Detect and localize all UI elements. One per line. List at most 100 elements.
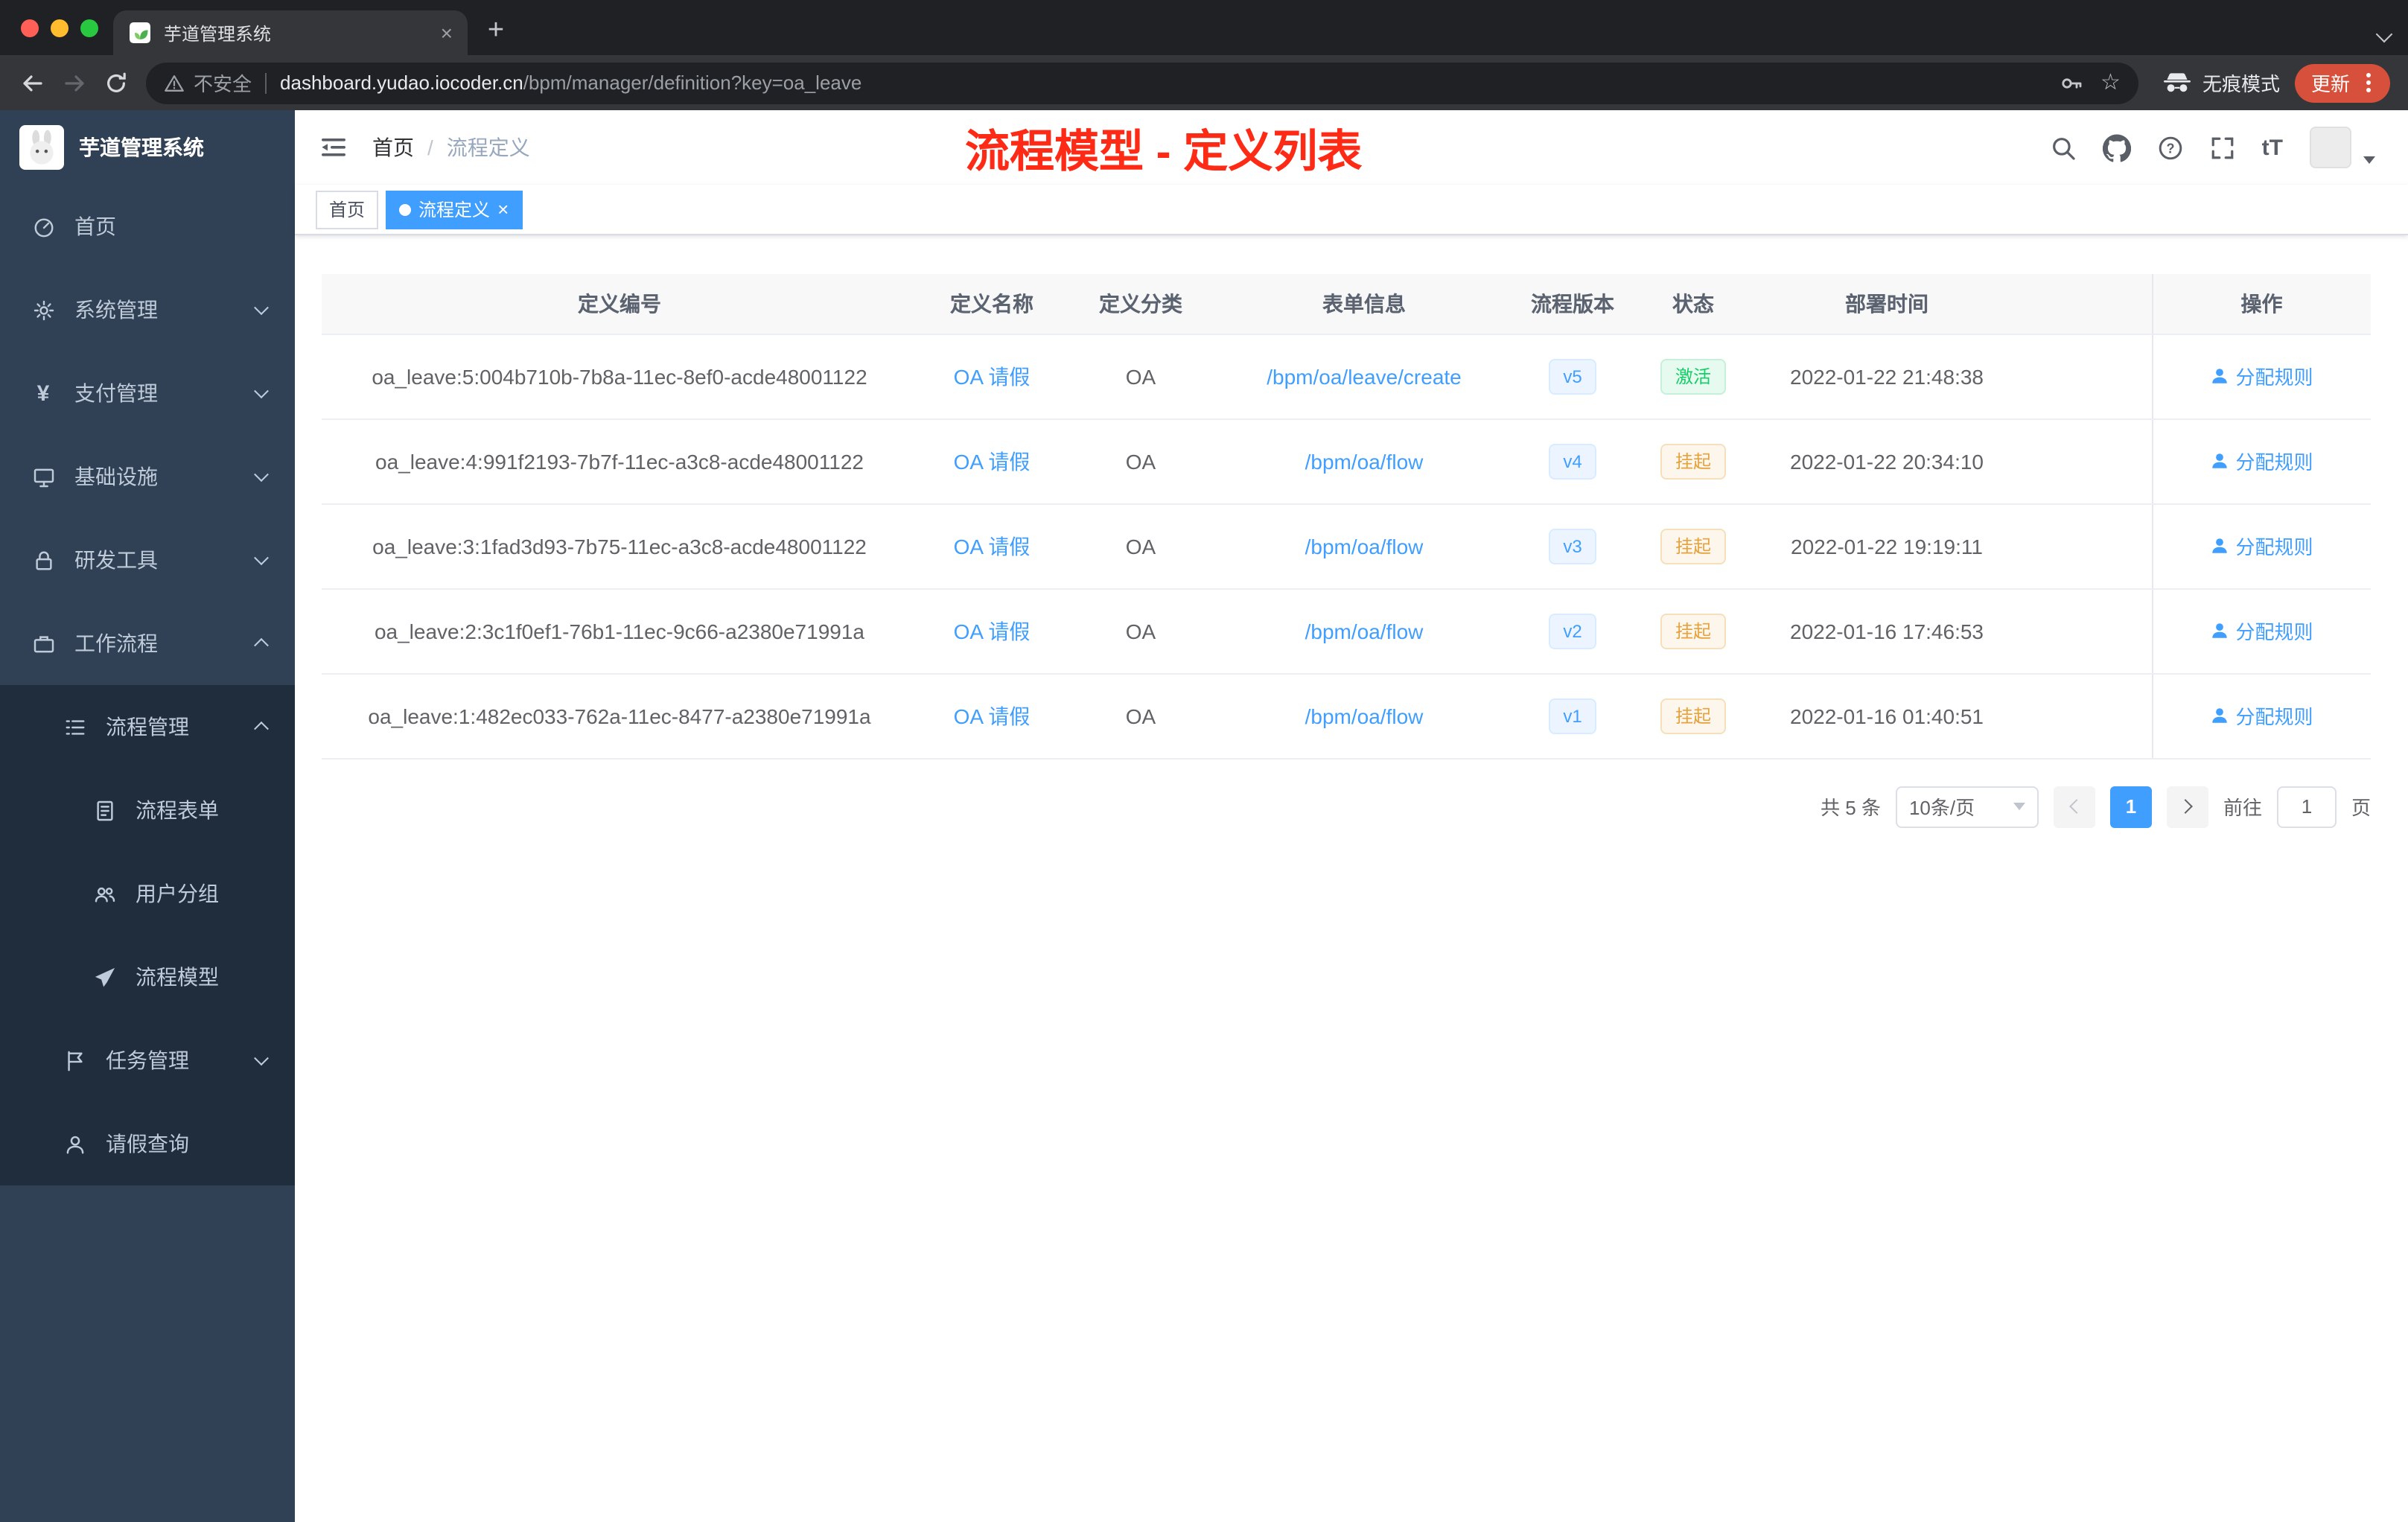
table-row: oa_leave:3:1fad3d93-7b75-11ec-a3c8-acde4… (322, 503, 2371, 589)
sidebar-item-process-management[interactable]: 流程管理 (0, 685, 295, 768)
next-page-button[interactable] (2166, 786, 2208, 827)
forward-button[interactable] (54, 62, 95, 104)
sidebar-logo[interactable]: 芋道管理系统 (0, 110, 295, 185)
sidebar-item-label: 研发工具 (74, 548, 158, 572)
col-deploy-time: 部署时间 (1754, 274, 2019, 334)
star-icon[interactable]: ☆ (2100, 71, 2121, 94)
sidebar-item-leave-query[interactable]: 请假查询 (0, 1102, 295, 1185)
maximize-window-button[interactable] (80, 19, 98, 37)
reload-button[interactable] (95, 62, 137, 104)
sidebar-item-home[interactable]: 首页 (0, 185, 295, 268)
tab-title: 芋道管理系统 (164, 23, 272, 44)
sidebar-collapse-button[interactable] (319, 133, 348, 162)
search-button[interactable] (2051, 135, 2076, 160)
sidebar-item-devtools[interactable]: 研发工具 (0, 518, 295, 602)
form-link[interactable]: /bpm/oa/flow (1305, 449, 1424, 473)
definition-name-link[interactable]: OA 请假 (954, 449, 1031, 473)
page-number-button[interactable]: 1 (2109, 786, 2152, 827)
form-link[interactable]: /bpm/oa/flow (1305, 704, 1424, 727)
assign-rule-link[interactable]: 分配规则 (2210, 532, 2313, 560)
definition-name-link[interactable]: OA 请假 (954, 619, 1031, 643)
sidebar-item-label: 流程表单 (136, 798, 219, 822)
fullscreen-icon (2211, 136, 2233, 159)
user-group-icon (92, 882, 116, 905)
github-icon (2102, 133, 2131, 162)
close-icon[interactable]: × (497, 200, 509, 219)
chevron-down-icon (254, 467, 269, 483)
yen-icon: ¥ (36, 380, 50, 406)
user-avatar[interactable] (2310, 127, 2351, 168)
minimize-window-button[interactable] (51, 19, 69, 37)
security-chip[interactable]: 不安全 (164, 69, 252, 97)
address-bar[interactable]: 不安全 dashboard.yudao.iocoder.cn /bpm/mana… (146, 62, 2138, 104)
tag-home[interactable]: 首页 (316, 190, 379, 229)
update-chrome-button[interactable]: 更新 (2294, 63, 2390, 102)
version-tag: v2 (1548, 613, 1597, 649)
definition-category: OA (1066, 418, 1215, 504)
caret-down-icon[interactable] (2363, 156, 2375, 163)
url-path: /bpm/manager/definition?key=oa_leave (523, 71, 862, 94)
sidebar-item-process-form[interactable]: 流程表单 (0, 768, 295, 852)
user-icon (2212, 369, 2228, 383)
more-menu-icon[interactable] (2366, 80, 2371, 85)
incognito-label: 无痕模式 (2202, 73, 2280, 95)
version-tag: v4 (1548, 443, 1597, 479)
assign-rule-link[interactable]: 分配规则 (2210, 617, 2313, 645)
sidebar-item-task-management[interactable]: 任务管理 (0, 1019, 295, 1102)
sidebar-item-system[interactable]: 系统管理 (0, 268, 295, 351)
sidebar-item-label: 流程管理 (106, 715, 189, 739)
assign-rule-link[interactable]: 分配规则 (2210, 447, 2313, 475)
svg-text:?: ? (2166, 140, 2174, 155)
form-link[interactable]: /bpm/oa/leave/create (1267, 364, 1462, 388)
sidebar-item-user-group[interactable]: 用户分组 (0, 852, 295, 935)
chevron-down-icon (254, 300, 269, 316)
screen: 芋道管理系统 × + 不安全 dashboard.yudao.iocoder.c… (0, 0, 2408, 1522)
monitor-icon (31, 465, 55, 488)
new-tab-button[interactable]: + (477, 10, 515, 52)
sidebar-item-process-model[interactable]: 流程模型 (0, 935, 295, 1019)
definition-category: OA (1066, 673, 1215, 759)
definition-category: OA (1066, 334, 1215, 419)
definition-name-link[interactable]: OA 请假 (954, 364, 1031, 388)
font-size-icon[interactable]: tT (2262, 135, 2283, 160)
help-button[interactable]: ? (2158, 135, 2183, 160)
favicon (128, 21, 152, 45)
breadcrumb-home[interactable]: 首页 (372, 133, 414, 162)
app-header: 首页 / 流程定义 流程模型 - 定义列表 ? tT (295, 110, 2408, 185)
form-link[interactable]: /bpm/oa/flow (1305, 534, 1424, 558)
sidebar-item-workflow[interactable]: 工作流程 (0, 602, 295, 685)
spacer-cell (2019, 418, 2152, 504)
github-link[interactable] (2102, 133, 2131, 162)
form-link[interactable]: /bpm/oa/flow (1305, 619, 1424, 643)
assign-rule-link[interactable]: 分配规则 (2210, 701, 2313, 730)
sidebar-item-label: 用户分组 (136, 882, 219, 905)
sidebar-item-infrastructure[interactable]: 基础设施 (0, 435, 295, 518)
tag-label: 流程定义 (418, 200, 491, 220)
sidebar-item-payment[interactable]: ¥ 支付管理 (0, 351, 295, 435)
fullscreen-button[interactable] (2210, 135, 2235, 160)
definition-id: oa_leave:4:991f2193-7b7f-11ec-a3c8-acde4… (322, 418, 917, 504)
key-icon[interactable] (2059, 71, 2083, 95)
hamburger-icon (322, 138, 345, 156)
update-label: 更新 (2310, 73, 2350, 95)
total-count: 共 5 条 (1821, 797, 1881, 819)
form-icon (92, 798, 116, 822)
close-window-button[interactable] (21, 19, 39, 37)
assign-rule-link[interactable]: 分配规则 (2210, 362, 2313, 390)
version-tag: v1 (1548, 698, 1597, 733)
definition-name-link[interactable]: OA 请假 (954, 534, 1031, 558)
sidebar-item-label: 请假查询 (106, 1132, 189, 1156)
back-button[interactable] (12, 62, 54, 104)
close-tab-icon[interactable]: × (441, 22, 453, 43)
table-row: oa_leave:1:482ec033-762a-11ec-8477-a2380… (322, 673, 2371, 759)
goto-page-input[interactable] (2276, 786, 2337, 827)
prev-page-button[interactable] (2053, 786, 2095, 827)
browser-tab[interactable]: 芋道管理系统 × (113, 10, 468, 55)
definition-name-link[interactable]: OA 请假 (954, 704, 1031, 727)
paper-plane-icon (92, 965, 116, 989)
lock-icon (31, 548, 55, 572)
tag-process-definition[interactable]: 流程定义 × (386, 190, 523, 229)
col-process-version: 流程版本 (1513, 274, 1632, 334)
page-size-select[interactable]: 10条/页 (1895, 786, 2039, 827)
tab-search-button[interactable] (2375, 21, 2393, 48)
